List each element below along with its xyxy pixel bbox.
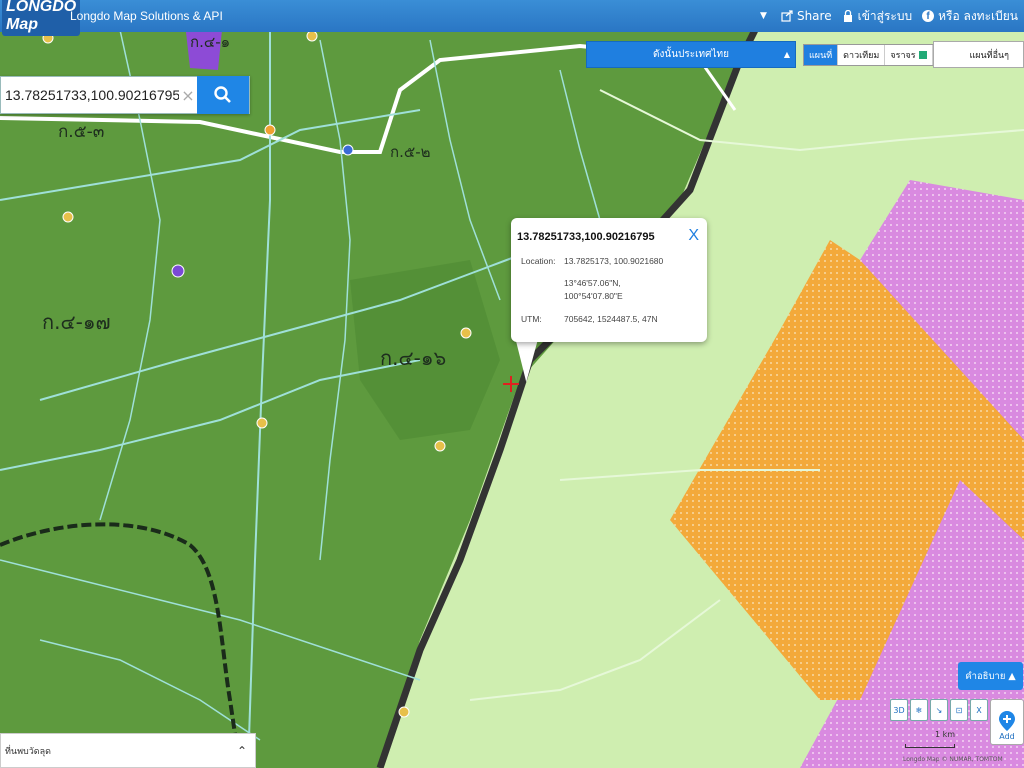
map-type-satellite[interactable]: ดาวเทียม [838, 45, 886, 65]
close-icon[interactable]: X [688, 227, 699, 245]
add-button[interactable]: Add [990, 699, 1024, 745]
legend-button-label: คำอธิบาย [965, 670, 1006, 682]
search-box: × [0, 76, 250, 114]
search-input[interactable] [1, 78, 179, 112]
utm-label: UTM: [521, 314, 542, 324]
map-label-k4-16: ก.๔-๑๖ [380, 346, 447, 370]
register-button[interactable]: f หรือ ลงทะเบียน [922, 7, 1018, 26]
share-label: Share [796, 9, 832, 23]
location-dms-lat: 13°46'57.06"N, [564, 278, 621, 288]
map-canvas[interactable]: ก.๔-๑๗ ก.๔-๑๖ ก.๕-๓ ก.๕-๒ ก.๔-๑ [0, 0, 1024, 768]
snowflake-icon[interactable]: ❄ [910, 699, 928, 721]
location-popup: 13.78251733,100.90216795 X Location: 13.… [511, 218, 707, 342]
location-dms-lon: 100°54'07.80"E [564, 291, 623, 301]
scale-line [905, 744, 955, 748]
scale-label: 1 km [935, 730, 956, 739]
nearby-panel[interactable]: ที่นพบวัดลุด ⌃ [0, 733, 256, 768]
add-button-label: Add [999, 732, 1015, 741]
map-label-k5-2: ก.๕-๒ [390, 143, 431, 161]
top-bar: LONGDO Map Longdo Map Solutions & API ▼ … [0, 0, 1024, 36]
layer-select[interactable]: แผนที่อื่นๆ [933, 41, 1024, 68]
caret-icon: ▲ [783, 50, 790, 59]
province-select[interactable]: ดังนั้นประเทศไทย ▲ [586, 41, 796, 68]
share-button[interactable]: Share [781, 9, 832, 23]
scale-bar: 1 km [905, 730, 985, 750]
add-pin-icon [999, 711, 1015, 731]
attribution: Longdo Map © NUMAR, TOMTOM [903, 756, 1003, 763]
popup-title: 13.78251733,100.90216795 [517, 231, 655, 243]
facebook-icon: f [922, 10, 935, 22]
map-layer [0, 0, 1024, 768]
search-icon [214, 86, 231, 103]
expand-icon[interactable]: ⌃ [237, 744, 247, 758]
utm-value: 705642, 1524487.5, 47N [564, 314, 658, 324]
legend-button[interactable]: คำอธิบาย ▲ [958, 662, 1023, 690]
map-label-k5-3: ก.๕-๓ [58, 122, 105, 142]
lock-icon [843, 10, 852, 22]
map-type-traffic[interactable]: จราจร [885, 45, 933, 65]
map-tools: 3D ❄ ↘ ⊡ X [890, 699, 988, 721]
traffic-icon [918, 51, 927, 59]
nearby-panel-label: ที่นพบวัดลุด [5, 746, 51, 757]
clear-icon[interactable]: × [179, 86, 197, 105]
province-select-label: ดังนั้นประเทศไทย [653, 49, 729, 60]
location-decimal: 13.7825173, 100.9021680 [564, 256, 664, 266]
map-type-traffic-label: จราจร [890, 51, 916, 61]
map-type-switcher: แผนที่ ดาวเทียม จราจร [803, 44, 934, 66]
map-label-k4-17: ก.๔-๑๗ [42, 310, 111, 334]
clear-tool-button[interactable]: X [970, 699, 988, 721]
screenshot-tool-button[interactable]: ⊡ [950, 699, 968, 721]
chevron-down-icon[interactable]: ▼ [760, 11, 767, 21]
search-button[interactable] [197, 76, 249, 114]
app-title[interactable]: Longdo Map Solutions & API [70, 9, 223, 23]
map-type-normal[interactable]: แผนที่ [804, 45, 839, 65]
logo[interactable]: LONGDO Map [0, 0, 81, 36]
share-icon [781, 10, 793, 22]
login-button[interactable]: เข้าสู่ระบบ [842, 7, 913, 26]
3d-tool-button[interactable]: 3D [890, 699, 908, 721]
topbar-actions: ▼ Share เข้าสู่ระบบ f หรือ ลงทะเบียน [760, 0, 1018, 32]
location-label: Location: [521, 256, 556, 266]
register-label: หรือ ลงทะเบียน [938, 8, 1018, 23]
measure-tool-button[interactable]: ↘ [930, 699, 948, 721]
map-label-k4-1: ก.๔-๑ [190, 33, 231, 51]
login-label: เข้าสู่ระบบ [857, 8, 913, 23]
